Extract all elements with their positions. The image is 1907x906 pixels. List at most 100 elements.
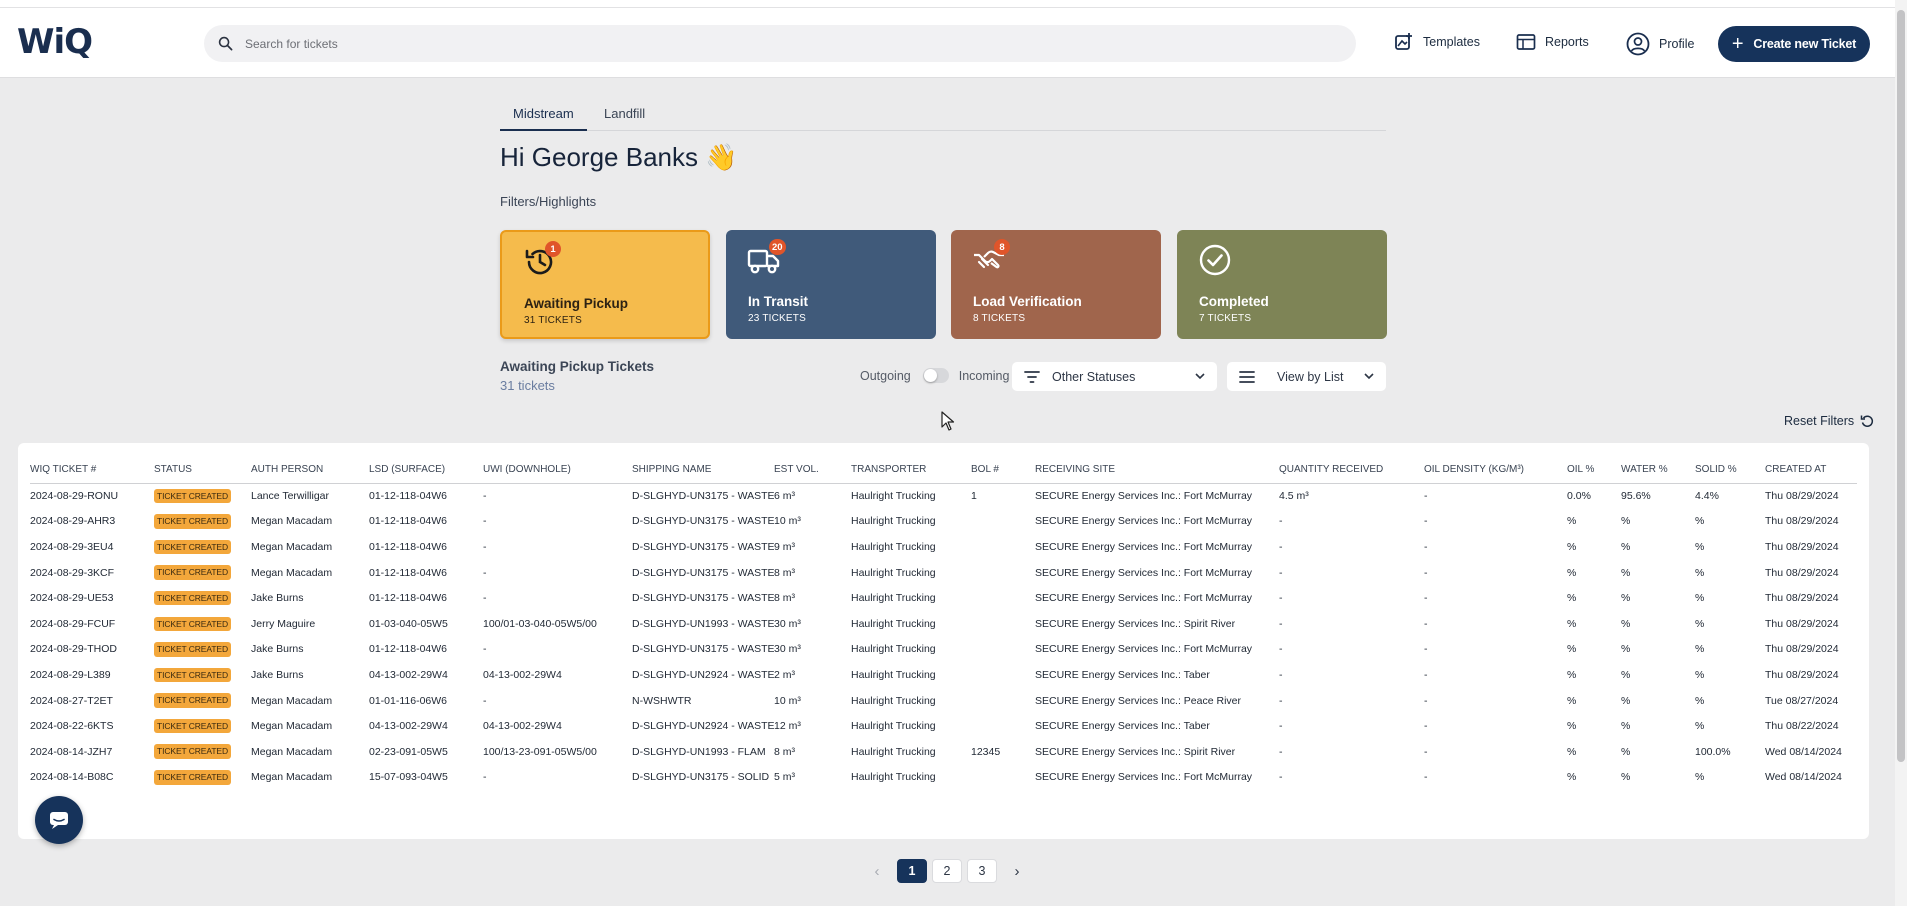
table-row[interactable]: 2024-08-27-T2ET TICKET CREATED Megan Macad… (30, 688, 1857, 714)
table-cell: % (1567, 515, 1577, 528)
table-cell: 04-13-002-29W4 (369, 720, 448, 733)
list-title: Awaiting Pickup Tickets (500, 359, 655, 374)
column-header[interactable]: UWI (DOWNHOLE) (483, 443, 632, 484)
status-badge: TICKET CREATED (154, 590, 232, 606)
column-header[interactable]: WIQ TICKET # (30, 443, 154, 484)
search-input[interactable] (245, 36, 1145, 51)
column-header[interactable]: QUANTITY RECEIVED (1279, 443, 1424, 484)
table-cell: % (1621, 515, 1631, 528)
card-completed[interactable]: Completed 7 TICKETS (1177, 230, 1387, 339)
table-cell: TICKET CREATED (154, 662, 251, 688)
column-header[interactable]: STATUS (154, 443, 251, 484)
table-cell: Haulright Trucking (851, 694, 936, 707)
table-row[interactable]: 2024-08-29-FCUF TICKET CREATED Jerry Magui… (30, 611, 1857, 637)
column-header[interactable]: OIL % (1567, 443, 1621, 484)
search-bar[interactable] (204, 25, 1356, 62)
table-cell: Thu 08/29/2024 (1765, 617, 1839, 630)
column-header[interactable]: LSD (SURFACE) (369, 443, 483, 484)
card-awaiting-pickup[interactable]: 1 Awaiting Pickup 31 TICKETS (500, 230, 710, 339)
table-cell: % (1695, 771, 1705, 784)
card-load-verification[interactable]: 8 Load Verification 8 TICKETS (951, 230, 1161, 339)
reports-label: Reports (1545, 35, 1589, 49)
scrollbar-thumb[interactable] (1897, 10, 1905, 762)
column-header[interactable]: WATER % (1621, 443, 1695, 484)
table-cell: D-SLGHYD-UN2924 - WASTE (632, 720, 774, 733)
table-cell: 100.0% (1695, 745, 1731, 758)
table-cell (971, 560, 1035, 586)
create-ticket-button[interactable]: + Create new Ticket (1718, 26, 1870, 62)
reports-link[interactable]: Reports (1516, 32, 1589, 52)
table-cell: SECURE Energy Services Inc.: Fort McMurr… (1035, 771, 1253, 784)
table-cell: 2024-08-29-THOD (30, 643, 117, 656)
page-1-button[interactable]: 1 (897, 859, 927, 883)
wiq-logo[interactable]: WiQ (17, 22, 93, 62)
table-cell: % (1567, 592, 1577, 605)
column-header[interactable]: BOL # (971, 443, 1035, 484)
column-header[interactable]: AUTH PERSON (251, 443, 369, 484)
reset-filters-button[interactable]: Reset Filters (1784, 414, 1874, 428)
table-cell: % (1567, 643, 1577, 656)
table-cell: 02-23-091-05W5 (369, 745, 448, 758)
tab-midstream[interactable]: Midstream (500, 106, 587, 131)
table-row[interactable]: 2024-08-29-THOD TICKET CREATED Jake Burns 0… (30, 637, 1857, 663)
page-3-button[interactable]: 3 (967, 859, 997, 883)
table-cell: % (1621, 592, 1631, 605)
status-badge: TICKET CREATED (154, 565, 232, 580)
table-cell: D-SLGHYD-UN1993 - WASTE (632, 617, 774, 630)
table-row[interactable]: 2024-08-14-B08C TICKET CREATED Megan Macad… (30, 765, 1857, 791)
view-mode-dropdown[interactable]: View by List (1227, 362, 1386, 391)
status-badge: TICKET CREATED (154, 693, 232, 708)
table-row[interactable]: 2024-08-29-RONU TICKET CREATED Lance Terwi… (30, 483, 1857, 509)
prev-page-button[interactable]: ‹ (862, 859, 892, 883)
column-header[interactable]: SHIPPING NAME (632, 443, 774, 484)
column-header[interactable]: TRANSPORTER (851, 443, 971, 484)
next-page-button[interactable]: › (1002, 859, 1032, 883)
status-filter-dropdown[interactable]: Other Statuses (1012, 362, 1217, 391)
table-cell: - (1424, 592, 1428, 605)
table-cell: Jake Burns (251, 643, 304, 656)
status-badge: TICKET CREATED (154, 770, 232, 785)
table-cell: 8 m³ (774, 566, 795, 579)
table-cell: D-SLGHYD-UN1993 - FLAM (632, 745, 766, 758)
profile-link[interactable]: Profile (1626, 32, 1694, 56)
card-in-transit[interactable]: 20 In Transit 23 TICKETS (726, 230, 936, 339)
table-cell: - (1424, 720, 1428, 733)
plus-icon: + (1731, 33, 1744, 55)
table-cell: % (1567, 566, 1577, 579)
column-header[interactable]: SOLID % (1695, 443, 1765, 484)
table-cell: Thu 08/29/2024 (1765, 490, 1839, 503)
table-cell: 10 m³ (774, 515, 801, 528)
column-header[interactable]: OIL DENSITY (KG/M³) (1424, 443, 1567, 484)
column-header[interactable]: EST VOL. (774, 443, 851, 484)
status-badge: TICKET CREATED (154, 642, 232, 657)
table-cell (971, 509, 1035, 535)
pagination: ‹ 1 2 3 › (862, 859, 1037, 883)
column-header[interactable]: CREATED AT (1765, 443, 1857, 484)
page-2-button[interactable]: 2 (932, 859, 962, 883)
table-row[interactable]: 2024-08-22-6KTS TICKET CREATED Megan Macad… (30, 713, 1857, 739)
table-row[interactable]: 2024-08-29-L389 TICKET CREATED Jake Burns 0… (30, 662, 1857, 688)
direction-switch[interactable] (922, 368, 949, 383)
table-cell: SECURE Energy Services Inc.: Fort McMurr… (1035, 643, 1253, 656)
chat-support-button[interactable] (35, 796, 83, 844)
table-row[interactable]: 2024-08-14-JZH7 TICKET CREATED Megan Macad… (30, 739, 1857, 765)
table-cell: 2024-08-29-3EU4 (30, 540, 114, 553)
card-label: Awaiting Pickup (524, 296, 629, 311)
templates-link[interactable]: Templates (1394, 32, 1480, 52)
table-row[interactable]: 2024-08-29-UE53 TICKET CREATED Jake Burns 0… (30, 585, 1857, 611)
table-cell: 01-12-118-04W6 (369, 490, 448, 503)
table-cell: 2024-08-29-RONU (30, 490, 119, 503)
table-cell: D-SLGHYD-UN3175 - WASTE (632, 566, 774, 579)
card-badge: 20 (769, 239, 786, 255)
table-row[interactable]: 2024-08-29-AHR3 TICKET CREATED Megan Macad… (30, 509, 1857, 535)
table-row[interactable]: 2024-08-29-3KCF TICKET CREATED Megan Macad… (30, 560, 1857, 586)
tab-landfill[interactable]: Landfill (591, 106, 658, 129)
table-row[interactable]: 2024-08-29-3EU4 TICKET CREATED Megan Macad… (30, 534, 1857, 560)
column-header[interactable]: RECEIVING SITE (1035, 443, 1279, 484)
table-cell: Thu 08/29/2024 (1765, 592, 1839, 605)
table-cell: 30 m³ (774, 643, 801, 656)
table-cell: Thu 08/29/2024 (1765, 643, 1839, 656)
page-scrollbar[interactable] (1895, 0, 1907, 906)
table-cell: TICKET CREATED (154, 765, 251, 791)
table-cell: Haulright Trucking (851, 540, 936, 553)
